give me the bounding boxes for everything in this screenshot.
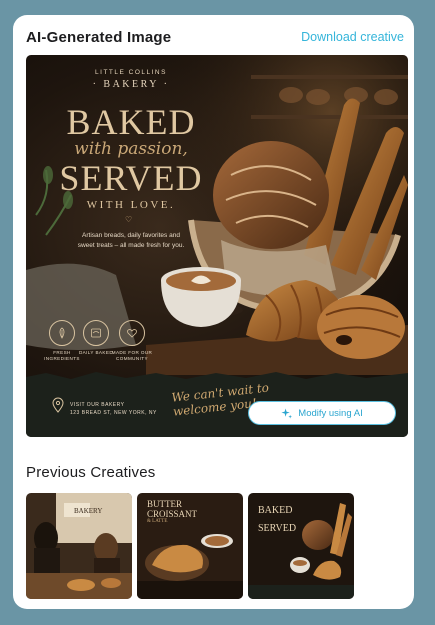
- poster-headline-1: BAKED: [66, 102, 196, 142]
- feature-label: MADE FOR OUR COMMUNITY: [111, 350, 153, 361]
- visit-address: VISIT OUR BAKERY 123 BREAD ST, NEW YORK,…: [70, 401, 157, 417]
- sparkle-icon: [281, 407, 293, 419]
- previous-creative-thumb[interactable]: BAKED SERVED: [248, 493, 354, 599]
- modify-button-label: Modify using AI: [298, 407, 363, 419]
- poster-brand-name: · BAKERY ·: [92, 79, 170, 90]
- heart-icon: [119, 320, 145, 346]
- feature-community: MADE FOR OUR COMMUNITY: [110, 320, 154, 362]
- visit-line-2: 123 BREAD ST, NEW YORK, NY: [70, 410, 157, 416]
- app-frame: AI-Generated Image Download creative LIT…: [0, 0, 435, 625]
- previous-creatives-title: Previous Creatives: [26, 464, 156, 481]
- small-heart-icon: ♡: [125, 215, 133, 224]
- poster-tagline: Artisan breads, daily favorites and swee…: [77, 232, 185, 249]
- location-pin-icon: [52, 397, 64, 413]
- modify-using-ai-button[interactable]: Modify using AI: [248, 401, 396, 425]
- visit-line-1: VISIT OUR BAKERY: [70, 402, 125, 408]
- poster-headline-2: SERVED: [59, 158, 203, 198]
- poster-brand-line: LITTLE COLLINS: [95, 69, 167, 76]
- thumb-text: BAKED: [258, 505, 293, 516]
- poster-headline-3: WITH LOVE.: [86, 199, 176, 211]
- thumb-text: BAKERY: [74, 507, 103, 515]
- thumb-subtext: SERVED: [258, 523, 297, 534]
- generated-image: LITTLE COLLINS · BAKERY · BAKED with pas…: [26, 55, 408, 437]
- panel-title: AI-Generated Image: [26, 29, 172, 46]
- leaf-icon: [49, 320, 75, 346]
- previous-creative-thumb[interactable]: BAKERY: [26, 493, 132, 599]
- thumb-text: BUTTER CROISSANT: [147, 499, 198, 519]
- oven-icon: [83, 320, 109, 346]
- download-creative-link[interactable]: Download creative: [301, 30, 404, 44]
- previous-creative-thumb[interactable]: BUTTER CROISSANT & LATTE: [137, 493, 243, 599]
- poster-headline-script: with passion,: [74, 139, 188, 159]
- thumb-subtext: & LATTE: [147, 519, 168, 524]
- creative-panel: AI-Generated Image Download creative LIT…: [13, 15, 414, 609]
